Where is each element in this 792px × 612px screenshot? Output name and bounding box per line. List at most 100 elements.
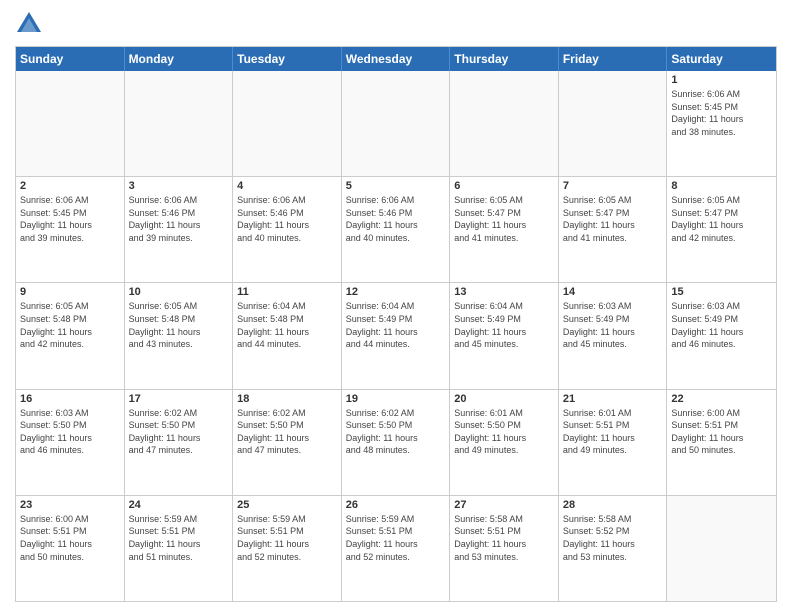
day-info: Sunrise: 6:03 AM Sunset: 5:49 PM Dayligh…	[671, 300, 772, 350]
day-info: Sunrise: 6:02 AM Sunset: 5:50 PM Dayligh…	[346, 407, 446, 457]
calendar-page: SundayMondayTuesdayWednesdayThursdayFrid…	[0, 0, 792, 612]
day-number: 6	[454, 180, 554, 192]
day-info: Sunrise: 6:04 AM Sunset: 5:48 PM Dayligh…	[237, 300, 337, 350]
day-number: 21	[563, 393, 663, 405]
day-cell-1: 1Sunrise: 6:06 AM Sunset: 5:45 PM Daylig…	[667, 71, 776, 176]
day-cell-7: 7Sunrise: 6:05 AM Sunset: 5:47 PM Daylig…	[559, 177, 668, 282]
day-info: Sunrise: 6:06 AM Sunset: 5:45 PM Dayligh…	[20, 194, 120, 244]
logo	[15, 10, 47, 38]
empty-cell	[125, 71, 234, 176]
empty-cell	[233, 71, 342, 176]
day-info: Sunrise: 6:06 AM Sunset: 5:46 PM Dayligh…	[129, 194, 229, 244]
day-cell-4: 4 Sunrise: 6:06 AM Sunset: 5:46 PM Daylig…	[233, 177, 342, 282]
day-number: 11	[237, 286, 337, 298]
day-number: 8	[671, 180, 772, 192]
day-info: Sunrise: 6:03 AM Sunset: 5:49 PM Dayligh…	[563, 300, 663, 350]
week-row-1: 1Sunrise: 6:06 AM Sunset: 5:45 PM Daylig…	[16, 71, 776, 177]
day-number: 25	[237, 499, 337, 511]
day-info: Sunrise: 5:58 AM Sunset: 5:52 PM Dayligh…	[563, 513, 663, 563]
day-cell-24: 24 Sunrise: 5:59 AM Sunset: 5:51 PM Dayli…	[125, 496, 234, 601]
day-info: Sunrise: 5:58 AM Sunset: 5:51 PM Dayligh…	[454, 513, 554, 563]
day-cell-6: 6 Sunrise: 6:05 AM Sunset: 5:47 PM Daylig…	[450, 177, 559, 282]
day-number: 9	[20, 286, 120, 298]
empty-cell	[342, 71, 451, 176]
day-info: Sunrise: 6:05 AM Sunset: 5:48 PM Dayligh…	[129, 300, 229, 350]
day-number: 17	[129, 393, 229, 405]
calendar: SundayMondayTuesdayWednesdayThursdayFrid…	[15, 46, 777, 602]
day-info: Sunrise: 6:04 AM Sunset: 5:49 PM Dayligh…	[454, 300, 554, 350]
day-number: 1	[671, 74, 772, 86]
header-day-friday: Friday	[559, 47, 668, 71]
day-number: 23	[20, 499, 120, 511]
day-info: Sunrise: 6:01 AM Sunset: 5:51 PM Dayligh…	[563, 407, 663, 457]
week-row-4: 16Sunrise: 6:03 AM Sunset: 5:50 PM Dayli…	[16, 390, 776, 496]
day-number: 3	[129, 180, 229, 192]
day-cell-17: 17 Sunrise: 6:02 AM Sunset: 5:50 PM Dayli…	[125, 390, 234, 495]
day-cell-2: 2Sunrise: 6:06 AM Sunset: 5:45 PM Daylig…	[16, 177, 125, 282]
day-number: 27	[454, 499, 554, 511]
day-cell-9: 9 Sunrise: 6:05 AM Sunset: 5:48 PM Daylig…	[16, 283, 125, 388]
day-cell-18: 18Sunrise: 6:02 AM Sunset: 5:50 PM Dayli…	[233, 390, 342, 495]
day-number: 24	[129, 499, 229, 511]
header-day-wednesday: Wednesday	[342, 47, 451, 71]
day-number: 14	[563, 286, 663, 298]
day-cell-5: 5 Sunrise: 6:06 AM Sunset: 5:46 PM Daylig…	[342, 177, 451, 282]
day-cell-14: 14 Sunrise: 6:03 AM Sunset: 5:49 PM Dayli…	[559, 283, 668, 388]
calendar-header: SundayMondayTuesdayWednesdayThursdayFrid…	[16, 47, 776, 71]
day-info: Sunrise: 5:59 AM Sunset: 5:51 PM Dayligh…	[129, 513, 229, 563]
day-info: Sunrise: 6:02 AM Sunset: 5:50 PM Dayligh…	[237, 407, 337, 457]
day-cell-12: 12 Sunrise: 6:04 AM Sunset: 5:49 PM Dayli…	[342, 283, 451, 388]
header-day-thursday: Thursday	[450, 47, 559, 71]
empty-cell	[559, 71, 668, 176]
day-number: 26	[346, 499, 446, 511]
day-number: 12	[346, 286, 446, 298]
day-cell-8: 8 Sunrise: 6:05 AM Sunset: 5:47 PM Daylig…	[667, 177, 776, 282]
day-number: 10	[129, 286, 229, 298]
day-number: 5	[346, 180, 446, 192]
day-info: Sunrise: 6:01 AM Sunset: 5:50 PM Dayligh…	[454, 407, 554, 457]
day-info: Sunrise: 6:06 AM Sunset: 5:46 PM Dayligh…	[237, 194, 337, 244]
day-number: 19	[346, 393, 446, 405]
day-cell-16: 16Sunrise: 6:03 AM Sunset: 5:50 PM Dayli…	[16, 390, 125, 495]
empty-cell	[667, 496, 776, 601]
day-cell-15: 15 Sunrise: 6:03 AM Sunset: 5:49 PM Dayli…	[667, 283, 776, 388]
day-cell-26: 26Sunrise: 5:59 AM Sunset: 5:51 PM Dayli…	[342, 496, 451, 601]
empty-cell	[450, 71, 559, 176]
header	[15, 10, 777, 38]
header-day-saturday: Saturday	[667, 47, 776, 71]
day-number: 15	[671, 286, 772, 298]
day-cell-19: 19 Sunrise: 6:02 AM Sunset: 5:50 PM Dayli…	[342, 390, 451, 495]
day-info: Sunrise: 6:06 AM Sunset: 5:46 PM Dayligh…	[346, 194, 446, 244]
day-cell-23: 23 Sunrise: 6:00 AM Sunset: 5:51 PM Dayli…	[16, 496, 125, 601]
day-info: Sunrise: 6:05 AM Sunset: 5:47 PM Dayligh…	[671, 194, 772, 244]
day-cell-10: 10 Sunrise: 6:05 AM Sunset: 5:48 PM Dayli…	[125, 283, 234, 388]
day-cell-25: 25 Sunrise: 5:59 AM Sunset: 5:51 PM Dayli…	[233, 496, 342, 601]
day-number: 20	[454, 393, 554, 405]
week-row-3: 9 Sunrise: 6:05 AM Sunset: 5:48 PM Daylig…	[16, 283, 776, 389]
day-info: Sunrise: 6:05 AM Sunset: 5:48 PM Dayligh…	[20, 300, 120, 350]
header-day-sunday: Sunday	[16, 47, 125, 71]
empty-cell	[16, 71, 125, 176]
day-cell-11: 11 Sunrise: 6:04 AM Sunset: 5:48 PM Dayli…	[233, 283, 342, 388]
day-info: Sunrise: 6:00 AM Sunset: 5:51 PM Dayligh…	[20, 513, 120, 563]
day-info: Sunrise: 6:00 AM Sunset: 5:51 PM Dayligh…	[671, 407, 772, 457]
calendar-body: 1 Sunrise: 6:06 AM Sunset: 5:45 PM Daylig…	[16, 71, 776, 601]
day-info: Sunrise: 6:04 AM Sunset: 5:49 PM Dayligh…	[346, 300, 446, 350]
day-cell-20: 20 Sunrise: 6:01 AM Sunset: 5:50 PM Dayli…	[450, 390, 559, 495]
week-row-5: 23 Sunrise: 6:00 AM Sunset: 5:51 PM Dayli…	[16, 496, 776, 601]
logo-icon	[15, 10, 43, 38]
day-cell-13: 13Sunrise: 6:04 AM Sunset: 5:49 PM Dayli…	[450, 283, 559, 388]
header-day-monday: Monday	[125, 47, 234, 71]
day-number: 4	[237, 180, 337, 192]
day-info: Sunrise: 6:05 AM Sunset: 5:47 PM Dayligh…	[454, 194, 554, 244]
day-info: Sunrise: 5:59 AM Sunset: 5:51 PM Dayligh…	[237, 513, 337, 563]
header-day-tuesday: Tuesday	[233, 47, 342, 71]
day-number: 7	[563, 180, 663, 192]
day-cell-27: 27 Sunrise: 5:58 AM Sunset: 5:51 PM Dayli…	[450, 496, 559, 601]
day-number: 22	[671, 393, 772, 405]
day-cell-3: 3 Sunrise: 6:06 AM Sunset: 5:46 PM Daylig…	[125, 177, 234, 282]
day-cell-28: 28Sunrise: 5:58 AM Sunset: 5:52 PM Dayli…	[559, 496, 668, 601]
day-info: Sunrise: 6:02 AM Sunset: 5:50 PM Dayligh…	[129, 407, 229, 457]
day-cell-22: 22 Sunrise: 6:00 AM Sunset: 5:51 PM Dayli…	[667, 390, 776, 495]
day-info: Sunrise: 6:03 AM Sunset: 5:50 PM Dayligh…	[20, 407, 120, 457]
